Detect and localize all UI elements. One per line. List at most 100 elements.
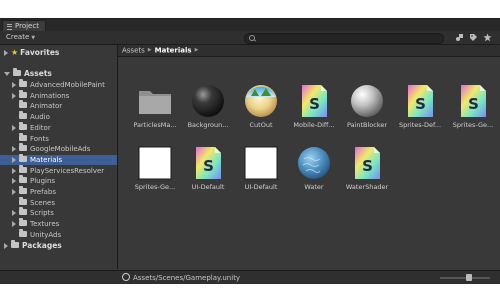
asset-label: Sprites-Def... bbox=[398, 121, 442, 129]
folder-icon bbox=[11, 240, 19, 248]
tree-item-label: UnityAds bbox=[30, 230, 62, 239]
create-button[interactable]: Create ▼ bbox=[6, 32, 35, 43]
expand-arrow-icon[interactable] bbox=[12, 124, 16, 131]
expand-arrow-icon[interactable] bbox=[12, 221, 16, 228]
bottom-margin bbox=[0, 284, 500, 300]
material-sphere-icon bbox=[192, 85, 224, 117]
expand-arrow-icon[interactable] bbox=[12, 210, 16, 217]
breadcrumb-separator-icon: ▶ bbox=[147, 47, 152, 53]
expand-arrow-icon[interactable] bbox=[12, 189, 16, 195]
filter-by-label-icon[interactable] bbox=[469, 33, 478, 42]
expand-arrow-icon[interactable] bbox=[4, 50, 8, 56]
asset-item[interactable]: Water bbox=[285, 145, 343, 211]
tree-item[interactable]: Scripts bbox=[0, 207, 117, 218]
breadcrumb-separator-icon: ▶ bbox=[194, 47, 199, 53]
asset-label: ParticlesMa... bbox=[133, 121, 177, 129]
asset-label: Sprites-Ge... bbox=[452, 121, 494, 129]
breadcrumb-current[interactable]: Materials bbox=[155, 47, 192, 55]
star-icon: ★ bbox=[11, 48, 19, 57]
asset-label: WaterShader bbox=[345, 183, 389, 191]
svg-text:S: S bbox=[203, 157, 214, 175]
collapse-arrow-icon[interactable] bbox=[4, 72, 10, 76]
tree-item[interactable]: Audio bbox=[0, 111, 117, 122]
asset-label: PaintBlocker bbox=[346, 121, 388, 129]
svg-text:S: S bbox=[309, 95, 320, 113]
top-margin bbox=[0, 0, 500, 18]
tree-item[interactable]: Textures bbox=[0, 218, 117, 229]
folder-icon bbox=[19, 132, 27, 141]
expand-arrow-icon[interactable] bbox=[12, 178, 16, 185]
folder-icon bbox=[13, 68, 21, 76]
favorites-node[interactable]: ★ Favorites bbox=[0, 48, 117, 58]
asset-item[interactable]: Sprites-Ge... bbox=[126, 145, 184, 211]
expand-arrow-icon[interactable] bbox=[12, 146, 16, 153]
project-window: Project Create ▼ ★ Favorites Assets Adva… bbox=[0, 18, 500, 285]
asset-item[interactable]: S UI-Default bbox=[179, 145, 237, 211]
tree-item[interactable]: AdvancedMobilePaint bbox=[0, 79, 117, 90]
tree-item[interactable]: Scenes bbox=[0, 196, 117, 208]
tree-item-label: Animations bbox=[30, 91, 70, 100]
asset-item[interactable]: S Sprites-Def... bbox=[391, 83, 449, 149]
assets-node[interactable]: Assets bbox=[0, 68, 117, 79]
tree-item-label: Textures bbox=[30, 220, 60, 229]
screen: Project Create ▼ ★ Favorites Assets Adva… bbox=[0, 0, 500, 300]
tree-item[interactable]: Materials bbox=[0, 153, 117, 165]
selected-path-text: Assets/Scenes/Gameplay.unity bbox=[133, 274, 241, 282]
breadcrumb: Assets ▶ Materials ▶ bbox=[118, 45, 500, 57]
folder-icon bbox=[19, 164, 27, 173]
favorites-star-icon[interactable] bbox=[483, 33, 492, 42]
asset-label: UI-Default bbox=[191, 183, 225, 191]
folder-icon bbox=[19, 121, 27, 130]
packages-node[interactable]: Packages bbox=[0, 240, 117, 251]
create-label: Create bbox=[6, 33, 30, 41]
folder-icon bbox=[19, 89, 27, 98]
asset-label: UI-Default bbox=[244, 183, 278, 191]
asset-label: Mobile-Diff... bbox=[293, 121, 335, 129]
shader-file-icon: S bbox=[196, 147, 221, 179]
tree-item[interactable]: Fonts bbox=[0, 132, 117, 144]
asset-item[interactable]: S Mobile-Diff... bbox=[285, 83, 343, 149]
folder-icon bbox=[19, 100, 27, 109]
breadcrumb-root[interactable]: Assets bbox=[122, 47, 145, 55]
asset-item[interactable]: Backgroun... bbox=[179, 83, 237, 149]
assets-label: Assets bbox=[24, 69, 52, 78]
expand-arrow-icon[interactable] bbox=[12, 82, 16, 88]
tree-item[interactable]: Animator bbox=[0, 100, 117, 111]
expand-arrow-icon[interactable] bbox=[12, 92, 16, 99]
slider-handle[interactable] bbox=[466, 274, 473, 281]
tree-item[interactable]: Editor bbox=[0, 121, 117, 133]
asset-label: Sprites-Ge... bbox=[134, 183, 176, 191]
tree-item[interactable]: GoogleMobileAds bbox=[0, 143, 117, 154]
asset-item[interactable]: CutOut bbox=[232, 83, 290, 149]
filter-by-type-icon[interactable] bbox=[455, 33, 464, 42]
tree-item[interactable]: UnityAds bbox=[0, 228, 117, 240]
asset-item[interactable]: S Sprites-Ge... bbox=[444, 83, 500, 149]
tree-item[interactable]: Prefabs bbox=[0, 186, 117, 197]
folder-icon bbox=[19, 228, 27, 237]
status-bar: Assets/Scenes/Gameplay.unity bbox=[0, 270, 500, 285]
expand-arrow-icon[interactable] bbox=[12, 156, 16, 163]
thumbnail-size-slider[interactable] bbox=[440, 274, 490, 281]
folder-icon bbox=[139, 91, 171, 114]
folder-icon bbox=[19, 111, 27, 120]
asset-item[interactable]: UI-Default bbox=[232, 145, 290, 211]
asset-label: Backgroun... bbox=[187, 121, 229, 129]
sprite-material-icon bbox=[138, 146, 172, 180]
search-input[interactable] bbox=[244, 33, 444, 44]
tree-item[interactable]: PlayServicesResolver bbox=[0, 164, 117, 176]
asset-item[interactable]: ParticlesMa... bbox=[126, 83, 184, 149]
tree-item-label: Scenes bbox=[30, 198, 55, 207]
asset-item[interactable]: PaintBlocker bbox=[338, 83, 396, 149]
tree-item-label: AdvancedMobilePaint bbox=[30, 81, 105, 89]
tree-item-label: Plugins bbox=[30, 177, 56, 186]
tree-item[interactable]: Plugins bbox=[0, 175, 117, 186]
svg-text:S: S bbox=[415, 95, 426, 113]
asset-item[interactable]: S WaterShader bbox=[338, 145, 396, 211]
expand-arrow-icon[interactable] bbox=[12, 167, 16, 174]
menu-icon bbox=[7, 23, 12, 30]
tree-item-label: PlayServicesResolver bbox=[30, 166, 105, 175]
tree-item[interactable]: Animations bbox=[0, 89, 117, 101]
asset-label: Water bbox=[304, 183, 324, 191]
material-sphere-icon bbox=[245, 85, 277, 117]
expand-arrow-icon[interactable] bbox=[4, 243, 8, 249]
